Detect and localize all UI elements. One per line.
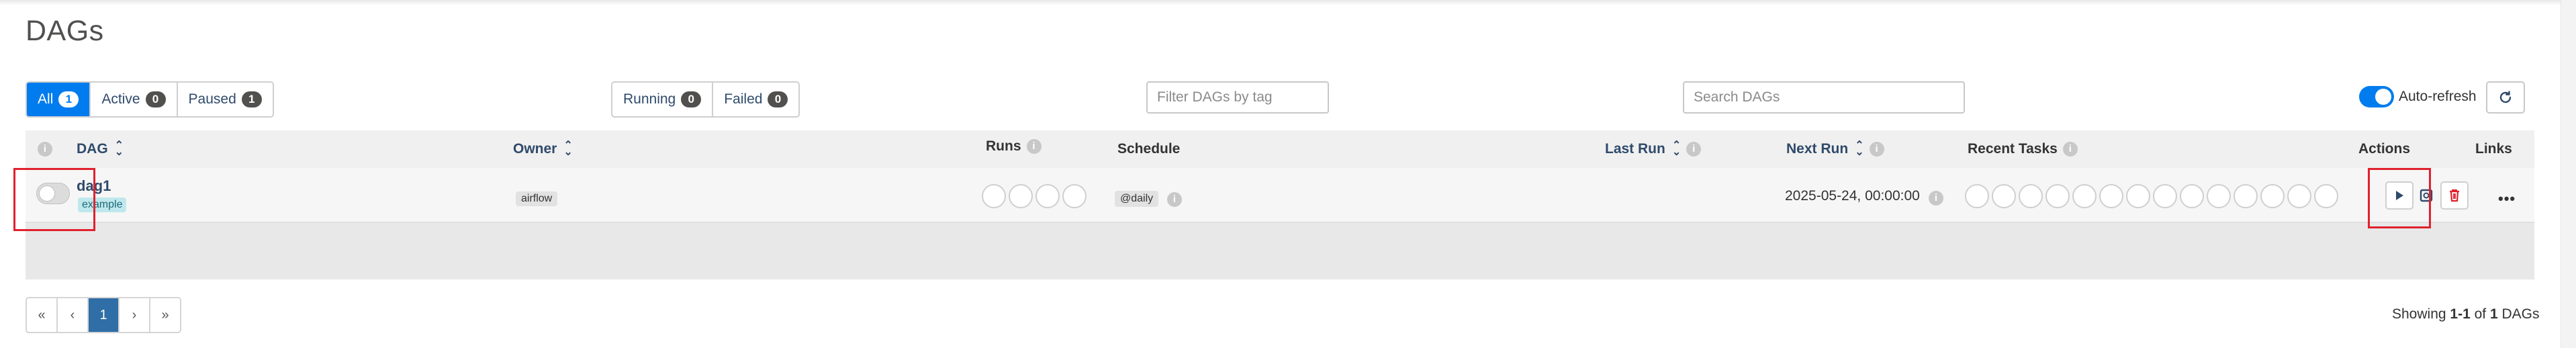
task-state-circle[interactable] — [2207, 184, 2231, 208]
task-state-circle[interactable] — [2099, 184, 2123, 208]
sort-icon: ⌃ ⌄ — [1671, 140, 1682, 158]
header-actions: Actions — [2358, 141, 2410, 157]
info-icon: i — [1686, 142, 1702, 157]
header-dag-label: DAG — [77, 141, 108, 157]
header-links: Links — [2475, 141, 2512, 157]
task-state-circle[interactable] — [2260, 184, 2285, 208]
filter-failed-button[interactable]: Failed 0 — [713, 83, 798, 116]
tag-filter-input[interactable] — [1146, 81, 1329, 114]
filter-running-button[interactable]: Running 0 — [612, 83, 714, 116]
showing-range: 1-1 — [2450, 306, 2471, 322]
info-icon: i — [1869, 142, 1884, 157]
toggle-knob — [2375, 89, 2391, 105]
run-state-circle[interactable] — [1009, 184, 1033, 208]
auto-refresh-toggle[interactable] — [2359, 86, 2394, 107]
task-state-circle[interactable] — [2180, 184, 2204, 208]
header-next-run[interactable]: Next Run ⌃ ⌄ i — [1786, 140, 1884, 158]
task-state-circle[interactable] — [2019, 184, 2043, 208]
run-state-circle[interactable] — [1036, 184, 1060, 208]
refresh-button[interactable] — [2486, 81, 2525, 114]
links-menu-button[interactable]: ••• — [2498, 190, 2516, 208]
info-icon: i — [2062, 142, 2078, 157]
sort-icon: ⌃ ⌄ — [1855, 140, 1864, 158]
task-state-circle[interactable] — [2045, 184, 2070, 208]
header-recent-tasks: Recent Tasks i — [1968, 141, 2078, 157]
top-shadow — [0, 0, 2576, 5]
header-next-run-label: Next Run — [1786, 141, 1849, 157]
filter-failed-count: 0 — [768, 91, 788, 107]
first-page-button[interactable]: « — [27, 298, 58, 332]
filter-active-label: Active — [101, 91, 140, 107]
run-state-circle[interactable] — [1062, 184, 1087, 208]
dags-table: i DAG ⌃ ⌄ Owner ⌃ ⌄ Runs i Schedule Last R… — [26, 130, 2534, 279]
search-dags-input[interactable] — [1683, 81, 1965, 114]
run-state-circle[interactable] — [982, 184, 1006, 208]
header-runs: Runs i — [986, 138, 1042, 155]
next-run-value: 2025-05-24, 00:00:00 — [1785, 188, 1920, 204]
header-recent-tasks-label: Recent Tasks — [1968, 141, 2058, 157]
task-state-circle[interactable] — [2234, 184, 2258, 208]
task-state-circle[interactable] — [2126, 184, 2150, 208]
filter-paused-label: Paused — [188, 91, 236, 107]
page-1-button[interactable]: 1 — [89, 298, 120, 332]
next-run-info-icon: i — [1929, 191, 1943, 206]
pagination: « ‹ 1 › » — [26, 297, 181, 333]
run-state-filter-group: Running 0 Failed 0 — [611, 81, 800, 118]
schedule-info-icon: i — [1167, 192, 1182, 207]
header-owner[interactable]: Owner ⌃ ⌄ — [513, 140, 573, 158]
delete-dag-button[interactable] — [2440, 181, 2469, 210]
empty-row — [26, 223, 2534, 279]
table-header: i DAG ⌃ ⌄ Owner ⌃ ⌄ Runs i Schedule Last R… — [26, 130, 2534, 168]
refresh-icon — [2499, 91, 2512, 103]
auto-refresh-label: Auto-refresh — [2399, 89, 2477, 104]
filter-all-label: All — [38, 91, 54, 107]
filter-all-button[interactable]: All 1 — [27, 83, 91, 116]
task-state-circle[interactable] — [1965, 184, 1989, 208]
header-schedule: Schedule — [1117, 141, 1180, 157]
header-runs-label: Runs — [986, 138, 1021, 154]
prev-page-button[interactable]: ‹ — [58, 298, 89, 332]
showing-suffix: DAGs — [2501, 306, 2540, 322]
filter-active-button[interactable]: Active 0 — [91, 83, 178, 116]
filter-paused-count: 1 — [241, 91, 262, 107]
task-state-circle[interactable] — [2314, 184, 2338, 208]
task-state-circle[interactable] — [2287, 184, 2311, 208]
filter-running-count: 0 — [681, 91, 702, 107]
table-row: dag1 example airflow @daily i 2025-05-24… — [26, 168, 2534, 223]
owner-badge[interactable]: airflow — [516, 191, 558, 206]
schedule-badge: @daily — [1115, 191, 1159, 207]
header-last-run-label: Last Run — [1605, 141, 1665, 157]
header-last-run[interactable]: Last Run ⌃ ⌄ i — [1605, 140, 1702, 158]
task-state-circle[interactable] — [2153, 184, 2177, 208]
last-page-button[interactable]: » — [150, 298, 180, 332]
window-edge — [2561, 0, 2576, 348]
task-state-circle[interactable] — [1992, 184, 2016, 208]
filter-failed-label: Failed — [724, 91, 763, 107]
showing-summary: Showing 1-1 of 1 DAGs — [2392, 306, 2540, 322]
filter-running-label: Running — [623, 91, 676, 107]
trash-icon — [2450, 189, 2459, 202]
showing-total: 1 — [2489, 306, 2498, 322]
sort-icon: ⌃ ⌄ — [563, 140, 573, 158]
header-links-label: Links — [2475, 141, 2512, 157]
showing-of: of — [2474, 306, 2487, 322]
next-page-button[interactable]: › — [120, 298, 150, 332]
header-dag[interactable]: DAG ⌃ ⌄ — [77, 140, 124, 158]
header-actions-label: Actions — [2358, 141, 2411, 157]
filter-paused-button[interactable]: Paused 1 — [178, 83, 273, 116]
header-schedule-label: Schedule — [1117, 141, 1181, 157]
highlight-box-toggle — [13, 168, 95, 231]
status-filter-group: All 1 Active 0 Paused 1 — [26, 81, 274, 118]
select-info-icon: i — [38, 142, 52, 157]
task-state-circle[interactable] — [2072, 184, 2097, 208]
showing-prefix: Showing — [2392, 306, 2446, 322]
info-icon: i — [1026, 139, 1042, 154]
page-title: DAGs — [26, 15, 104, 47]
filter-all-count: 1 — [58, 91, 79, 107]
filter-active-count: 0 — [145, 91, 166, 107]
header-owner-label: Owner — [513, 141, 557, 157]
highlight-box-trigger — [2368, 168, 2431, 228]
sort-icon: ⌃ ⌄ — [114, 140, 124, 158]
